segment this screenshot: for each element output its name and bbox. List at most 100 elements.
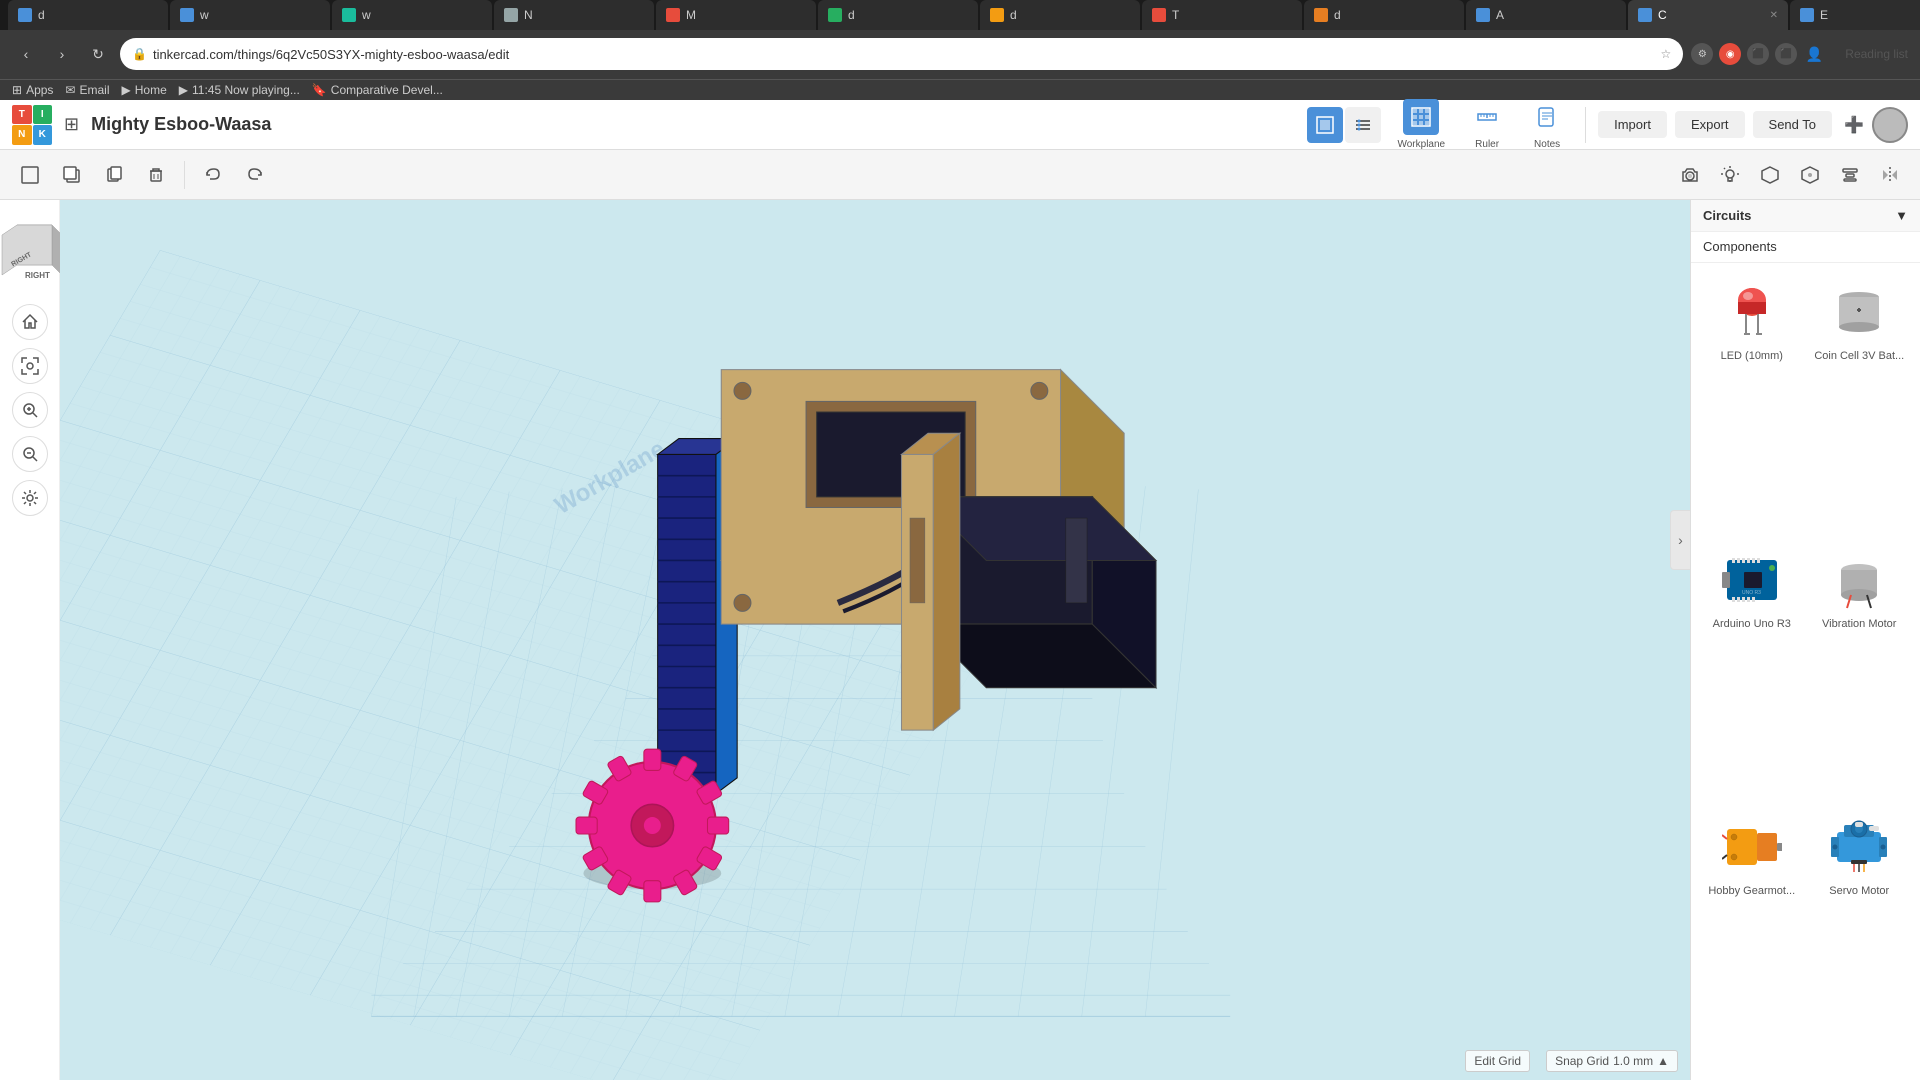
play-icon: ▶ — [179, 83, 188, 97]
view-cube[interactable]: RIGHT RIGHT — [0, 212, 65, 292]
zoom-in-button[interactable] — [12, 392, 48, 428]
tab-9[interactable]: A — [1466, 0, 1626, 30]
bookmark-playing[interactable]: ▶ 11:45 Now playing... — [179, 83, 300, 97]
logo-i: I — [33, 105, 53, 125]
component-arduino[interactable]: UNO R3 Arduino Uno R3 — [1699, 539, 1805, 805]
components-header: Components — [1691, 232, 1920, 263]
servo-label: Servo Motor — [1829, 885, 1889, 897]
refresh-button[interactable]: ↻ — [84, 40, 112, 68]
battery-image — [1827, 280, 1891, 344]
dropdown-arrow: ▼ — [1895, 208, 1908, 223]
project-title: Mighty Esboo-Waasa — [91, 114, 271, 135]
tab-6[interactable]: d — [980, 0, 1140, 30]
component-led[interactable]: LED (10mm) — [1699, 271, 1805, 537]
bookmark-icon: 🔖 — [312, 83, 327, 97]
component-servo[interactable]: Servo Motor — [1807, 806, 1913, 1072]
back-button[interactable]: ‹ — [12, 40, 40, 68]
forward-button[interactable]: › — [48, 40, 76, 68]
tab-3[interactable]: N — [494, 0, 654, 30]
reading-list-label[interactable]: Reading list — [1845, 47, 1908, 61]
mirror-tool-button[interactable] — [1872, 157, 1908, 193]
export-button[interactable]: Export — [1675, 111, 1745, 138]
import-button[interactable]: Import — [1598, 111, 1667, 138]
circuits-dropdown[interactable]: ▼ — [1895, 208, 1908, 223]
url-text: tinkercad.com/things/6q2Vc50S3YX-mighty-… — [153, 47, 1655, 62]
bookmark-home[interactable]: ▶ Home — [122, 83, 167, 97]
list-view-button[interactable] — [1345, 107, 1381, 143]
bookmark-apps[interactable]: ⊞ Apps — [12, 83, 53, 97]
notes-tab-header[interactable]: Notes — [1521, 95, 1573, 154]
bookmark-dev[interactable]: 🔖 Comparative Devel... — [312, 83, 443, 97]
copy-button[interactable] — [54, 157, 90, 193]
delete-button[interactable] — [138, 157, 174, 193]
tab-11[interactable]: E — [1790, 0, 1920, 30]
undo-button[interactable] — [195, 157, 231, 193]
address-bar[interactable]: 🔒 tinkercad.com/things/6q2Vc50S3YX-might… — [120, 38, 1683, 70]
components-label: Components — [1703, 239, 1777, 254]
bookmark-email[interactable]: ✉ Email — [65, 83, 109, 97]
snap-tool-button[interactable] — [1752, 157, 1788, 193]
notes-label: Notes — [1534, 139, 1560, 150]
led-label: LED (10mm) — [1721, 350, 1783, 362]
duplicate-button[interactable] — [96, 157, 132, 193]
user-avatar[interactable] — [1872, 107, 1908, 143]
align-tool-button[interactable] — [1832, 157, 1868, 193]
collapse-panel-button[interactable]: › — [1670, 510, 1690, 570]
settings-button[interactable] — [12, 480, 48, 516]
left-panel: RIGHT RIGHT — [0, 200, 60, 1080]
home-view-button[interactable] — [12, 304, 48, 340]
component-battery[interactable]: Coin Cell 3V Bat... — [1807, 271, 1913, 537]
main-area: RIGHT RIGHT — [0, 200, 1920, 1080]
extension-icon-3[interactable]: ⬛ — [1775, 43, 1797, 65]
edit-grid-button[interactable]: Edit Grid — [1465, 1050, 1530, 1072]
3d-view-button[interactable] — [1307, 107, 1343, 143]
tab-1[interactable]: w — [170, 0, 330, 30]
select-tool-button[interactable] — [12, 157, 48, 193]
fit-view-button[interactable] — [12, 348, 48, 384]
scene-3d — [60, 200, 1690, 1080]
tab-5[interactable]: d — [818, 0, 978, 30]
workplane-tab-header[interactable]: Workplane — [1389, 95, 1453, 154]
tinkercad-logo[interactable]: T I N K — [12, 105, 52, 145]
profile-icon[interactable]: 👤 — [1803, 43, 1825, 65]
zoom-out-button[interactable] — [12, 436, 48, 472]
circuits-section-header: Circuits ▼ — [1691, 200, 1920, 232]
battery-label: Coin Cell 3V Bat... — [1814, 350, 1904, 362]
group-tool-button[interactable] — [1792, 157, 1828, 193]
user-area: ➕ — [1840, 107, 1908, 143]
light-tool-button[interactable] — [1712, 157, 1748, 193]
extension-icon-0[interactable]: ⚙ — [1691, 43, 1713, 65]
apps-icon: ⊞ — [12, 83, 22, 97]
viewport-status: Edit Grid Snap Grid 1.0 mm ▲ — [1465, 1050, 1678, 1072]
viewport[interactable]: Workplane — [60, 200, 1690, 1080]
grid-menu-icon[interactable]: ⊞ — [64, 114, 79, 135]
components-grid: LED (10mm) — [1691, 263, 1920, 1080]
extension-icon-2[interactable]: ⬛ — [1747, 43, 1769, 65]
sendto-button[interactable]: Send To — [1753, 111, 1832, 138]
view-toggle — [1307, 107, 1381, 143]
tab-7[interactable]: T — [1142, 0, 1302, 30]
vibration-image — [1827, 548, 1891, 612]
camera-tool-button[interactable] — [1672, 157, 1708, 193]
lock-icon: 🔒 — [132, 47, 147, 61]
tab-0[interactable]: d — [8, 0, 168, 30]
right-panel: Circuits ▼ Components — [1690, 200, 1920, 1080]
component-gearmotor[interactable]: Hobby Gearmot... — [1699, 806, 1805, 1072]
star-icon[interactable]: ☆ — [1661, 47, 1672, 61]
nav-icons: ⚙ ◉ ⬛ ⬛ 👤 — [1691, 43, 1825, 65]
extension-icon-1[interactable]: ◉ — [1719, 43, 1741, 65]
svg-text:RIGHT: RIGHT — [25, 271, 50, 280]
tab-4[interactable]: M — [656, 0, 816, 30]
tab-2[interactable]: w — [332, 0, 492, 30]
workplane-label: Workplane — [1397, 139, 1445, 150]
tab-8[interactable]: d — [1304, 0, 1464, 30]
ruler-tab-header[interactable]: Ruler — [1461, 95, 1513, 154]
tab-10-active[interactable]: C✕ — [1628, 0, 1788, 30]
led-image — [1720, 280, 1784, 344]
component-vibration[interactable]: Vibration Motor — [1807, 539, 1913, 805]
add-user-button[interactable]: ➕ — [1840, 111, 1868, 139]
redo-button[interactable] — [237, 157, 273, 193]
snap-grid-arrow[interactable]: ▲ — [1657, 1054, 1669, 1068]
snap-grid-control[interactable]: Snap Grid 1.0 mm ▲ — [1546, 1050, 1678, 1072]
notes-icon — [1529, 99, 1565, 135]
